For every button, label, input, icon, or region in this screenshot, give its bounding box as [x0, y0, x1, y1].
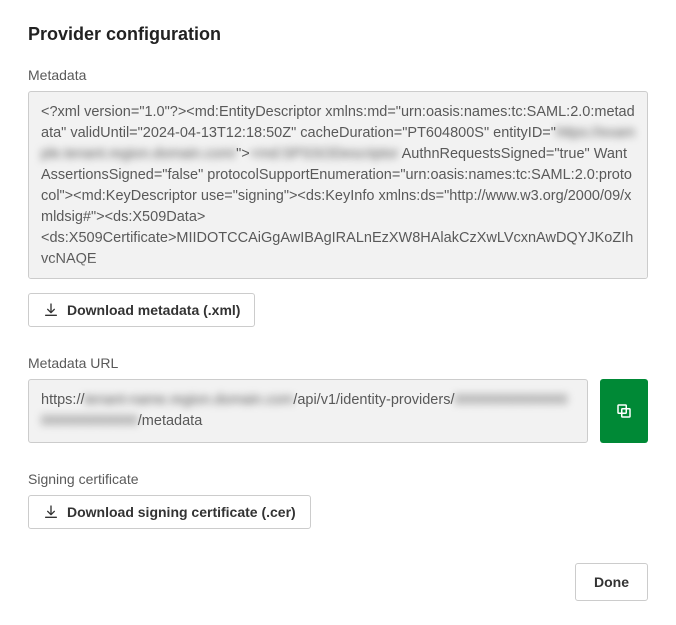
download-icon [43, 302, 59, 318]
url-prefix: https:// [41, 392, 85, 408]
metadata-url-label: Metadata URL [28, 355, 648, 371]
copy-icon [615, 402, 633, 420]
done-button[interactable]: Done [575, 563, 648, 601]
download-icon [43, 504, 59, 520]
metadata-text: "> [236, 146, 250, 162]
download-metadata-label: Download metadata (.xml) [67, 302, 240, 318]
url-redacted-host: tenant-name.region.domain.com [85, 392, 294, 408]
copy-url-button[interactable] [600, 379, 648, 443]
metadata-label: Metadata [28, 67, 648, 83]
metadata-url-content: https://tenant-name.region.domain.com/ap… [28, 379, 588, 443]
download-metadata-button[interactable]: Download metadata (.xml) [28, 293, 255, 327]
download-signing-cert-button[interactable]: Download signing certificate (.cer) [28, 495, 311, 529]
download-signing-cert-label: Download signing certificate (.cer) [67, 504, 296, 520]
metadata-content: <?xml version="1.0"?><md:EntityDescripto… [28, 91, 648, 279]
url-middle: /api/v1/identity-providers/ [293, 392, 454, 408]
signing-cert-label: Signing certificate [28, 471, 648, 487]
url-suffix: /metadata [138, 413, 203, 429]
page-title: Provider configuration [28, 24, 648, 45]
metadata-text: <?xml version="1.0"?><md:EntityDescripto… [41, 104, 635, 141]
metadata-redacted-sp: <md:SPSSODescriptor [250, 146, 399, 162]
